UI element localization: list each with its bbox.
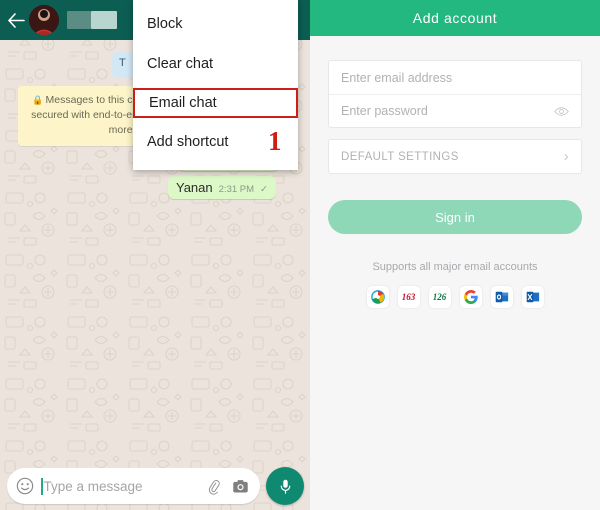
back-arrow-icon[interactable] — [3, 12, 29, 28]
chevron-right-icon: › — [563, 148, 569, 165]
default-settings-label: DEFAULT SETTINGS — [341, 150, 459, 163]
contact-status-redacted — [91, 11, 117, 29]
annotation-marker-1: 1 — [268, 126, 282, 156]
password-placeholder: Enter password — [341, 104, 428, 118]
gmail-icon[interactable] — [459, 286, 482, 308]
provider-label: 126 — [432, 292, 447, 302]
lock-icon: 🔒 — [32, 95, 44, 105]
default-settings-group: DEFAULT SETTINGS › — [328, 139, 582, 174]
sign-in-label: Sign in — [435, 209, 475, 225]
menu-item-email-chat[interactable]: Email chat — [133, 88, 298, 118]
app-screenshot: T 🔒Messages to this chat and calls are n… — [0, 0, 600, 510]
menu-item-label: Email chat — [149, 95, 217, 111]
incoming-message-text: T — [119, 57, 126, 69]
qq-mail-icon[interactable] — [366, 286, 389, 308]
email-placeholder: Enter email address — [341, 70, 453, 85]
message-input-bar: Type a message — [0, 462, 310, 510]
emoji-icon[interactable] — [16, 477, 34, 495]
contact-name-redacted — [67, 11, 91, 29]
credentials-group: Enter email address Enter password — [328, 60, 582, 128]
contact-avatar[interactable] — [29, 5, 59, 35]
add-account-panel: Add account Enter email address Enter pa… — [310, 0, 600, 510]
message-input-field[interactable]: Type a message — [7, 468, 260, 504]
password-field[interactable]: Enter password — [329, 94, 581, 127]
menu-item-label: Add shortcut — [147, 134, 229, 150]
message-text: Yanan — [176, 180, 213, 195]
microphone-icon[interactable] — [266, 467, 304, 505]
add-account-title-bar: Add account — [310, 0, 600, 36]
message-bubble-outgoing: Yanan 2:31 PM ✓ — [168, 176, 276, 199]
message-check-icon: ✓ — [260, 184, 268, 195]
163-mail-icon[interactable]: 163 — [397, 286, 420, 308]
exchange-icon[interactable] — [521, 286, 544, 308]
text-caret — [41, 477, 43, 495]
email-field[interactable]: Enter email address — [329, 61, 581, 94]
message-placeholder: Type a message — [43, 478, 143, 494]
outlook-icon[interactable] — [490, 286, 513, 308]
126-mail-icon[interactable]: 126 — [428, 286, 451, 308]
supports-text: Supports all major email accounts — [372, 261, 538, 273]
whatsapp-chat-panel: T 🔒Messages to this chat and calls are n… — [0, 0, 310, 510]
menu-item-block[interactable]: Block — [133, 4, 298, 44]
provider-icon-list: 163 126 — [328, 286, 582, 308]
menu-item-clear-chat[interactable]: Clear chat — [133, 44, 298, 84]
default-settings-row[interactable]: DEFAULT SETTINGS › — [329, 140, 581, 173]
eye-icon[interactable] — [554, 106, 569, 117]
sign-in-button[interactable]: Sign in — [328, 200, 582, 234]
menu-item-label: Block — [147, 16, 183, 32]
page-title: Add account — [412, 10, 498, 26]
message-time: 2:31 PM — [218, 184, 255, 195]
provider-label: 163 — [401, 292, 416, 302]
menu-item-label: Clear chat — [147, 56, 214, 72]
camera-icon[interactable] — [232, 478, 249, 495]
paperclip-icon[interactable] — [205, 478, 222, 495]
add-account-form: Enter email address Enter password DEFAU… — [310, 60, 600, 308]
